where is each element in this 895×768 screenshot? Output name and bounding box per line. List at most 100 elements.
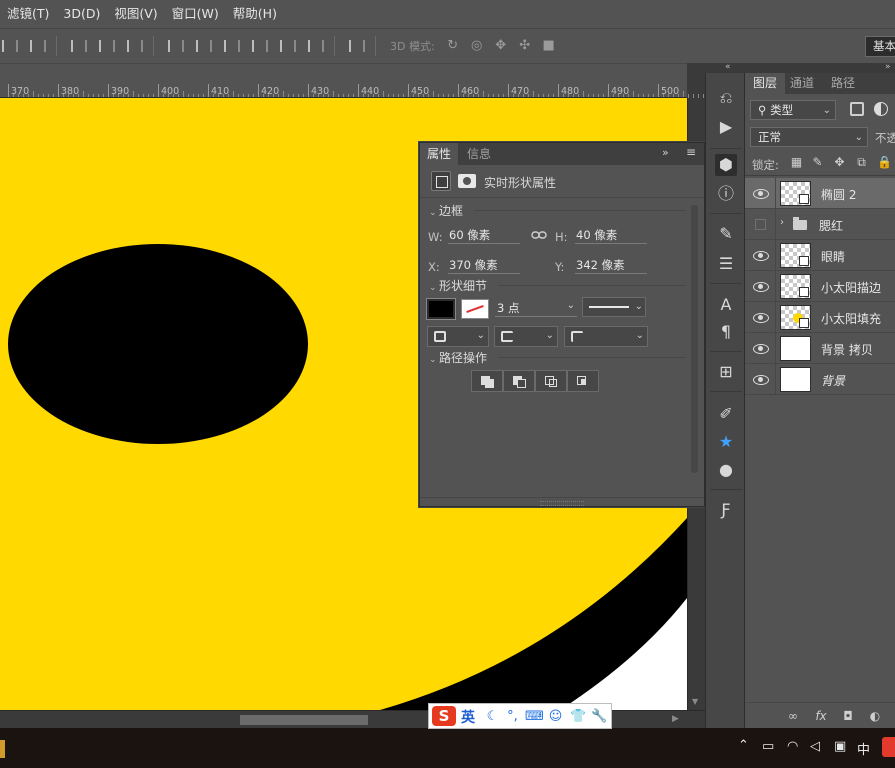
layer-row[interactable]: 小太阳描边 [745,271,895,302]
layer-name[interactable]: 眼睛 [821,248,845,265]
scroll-down-icon[interactable]: ▼ [692,697,701,706]
glyphs-icon[interactable]: ⊞ [715,361,737,383]
collapse-layers-icon[interactable]: » [885,62,891,72]
visibility-eye-icon[interactable] [753,280,769,293]
tab-paths[interactable]: 路径 [823,73,863,94]
tab-layers[interactable]: 图层 [745,73,786,94]
eye-ellipse[interactable] [8,244,308,444]
auto-align-icon[interactable] [347,39,365,53]
wrench-icon[interactable]: 🔧 [591,708,608,725]
menu-view[interactable]: 视图(V) [107,0,164,28]
align-left-icon[interactable] [69,39,87,53]
shape-properties-icon[interactable] [431,171,451,191]
message-icon[interactable]: ▣ [834,739,846,754]
fill-color-swatch[interactable] [426,298,456,320]
expand-caret-icon[interactable]: › [780,217,784,228]
moon-icon[interactable]: ☾ [484,708,501,725]
info-icon[interactable]: ⓘ [715,183,737,205]
sogou-tray-icon[interactable] [882,737,895,757]
layer-group-row[interactable]: › 腮红 [745,209,895,240]
layer-filter-dropdown[interactable]: ⚲ 类型 ⌄ [750,100,836,120]
ime-mode-toggle[interactable]: 英 [461,707,475,727]
layer-row[interactable]: 背景 拷贝 [745,333,895,364]
visibility-off-box[interactable] [755,219,766,230]
layer-name[interactable]: 椭圆 2 [821,186,856,203]
3d-rotate-icon[interactable]: ↻ [444,38,462,54]
distribute-right-icon[interactable] [306,39,324,53]
fx-icon[interactable]: fx [813,708,829,724]
layer-name[interactable]: 腮红 [819,217,843,234]
width-field[interactable]: 60 像素 [448,227,520,244]
layer-name[interactable]: 背景 [821,372,845,389]
layer-row[interactable]: 背景 [745,364,895,395]
tab-channels[interactable]: 通道 [782,73,822,94]
layer-row[interactable]: 眼睛 [745,240,895,271]
brushes-icon[interactable]: ✎ [715,223,737,245]
lock-move-icon[interactable]: ✥ [833,156,846,169]
user-account-icon[interactable]: ☺ [547,708,564,725]
collapse-caret-icon[interactable]: ⌄ [429,355,439,365]
lock-transparency-icon[interactable]: ▦ [790,156,803,169]
tab-properties[interactable]: 属性 [420,143,459,165]
skin-shirt-icon[interactable]: 👕 [570,708,587,725]
collapse-caret-icon[interactable]: ⌄ [429,283,439,293]
align-bottom-icon[interactable] [0,39,18,53]
adjustment-layer-icon[interactable]: ◐ [867,708,883,724]
add-mask-icon[interactable]: ◘ [840,708,856,724]
lock-brush-icon[interactable]: ✎ [811,156,824,169]
3d-slide-icon[interactable]: ✣ [516,38,534,54]
paragraph-icon[interactable]: ¶ [715,321,737,343]
layer-row[interactable]: 椭圆 2 [745,178,895,209]
layer-row[interactable]: 小太阳填充 [745,302,895,333]
visibility-eye-icon[interactable] [753,342,769,355]
stroke-align-dropdown[interactable]: ⌄ [427,326,489,347]
ime-language-indicator[interactable]: 中 [857,739,870,758]
3d-camera-icon[interactable]: ■ [540,38,558,54]
distribute-hcenter-icon[interactable] [278,39,296,53]
distribute-left-icon[interactable] [250,39,268,53]
align-horizontal-icon[interactable] [28,39,46,53]
user-icon[interactable]: ● [715,459,737,481]
lock-artboard-icon[interactable]: ⧉ [855,156,868,169]
distribute-vcenter-icon[interactable] [194,39,212,53]
properties-scrollbar[interactable] [691,205,698,473]
lock-all-icon[interactable]: 🔒 [877,156,892,169]
layer-name[interactable]: 小太阳填充 [821,310,881,327]
distribute-bottom-icon[interactable] [222,39,240,53]
font-icon[interactable]: Ƒ [715,499,737,521]
battery-icon[interactable]: ▭ [762,739,774,754]
mask-properties-icon[interactable] [457,171,477,191]
link-layers-icon[interactable]: ∞ [785,708,801,724]
combine-shapes-button[interactable] [471,370,503,392]
blend-mode-dropdown[interactable]: 正常 ⌄ [750,127,868,147]
menu-3d[interactable]: 3D(D) [56,0,107,28]
history-icon[interactable]: ⎌ [715,87,737,109]
height-field[interactable]: 40 像素 [575,227,647,244]
stroke-color-swatch[interactable] [461,299,489,319]
paths-icon[interactable]: ✐ [715,403,737,425]
filter-pixel-icon[interactable] [850,102,864,116]
stroke-cap-dropdown[interactable]: ⌄ [494,326,558,347]
align-center-icon[interactable] [97,39,115,53]
stroke-type-dropdown[interactable]: ⌄ [582,297,646,317]
actions-play-icon[interactable]: ▶ [715,116,737,138]
wifi-icon[interactable]: ◠ [787,739,798,754]
panel-menu-icon[interactable]: ≡ [686,145,696,159]
menu-filter[interactable]: 滤镜(T) [0,0,56,28]
tray-expand-icon[interactable]: ⌃ [738,738,749,753]
section-shape-details[interactable]: ⌄ 形状细节 [429,277,487,294]
3d-panel-icon[interactable]: ⬢ [715,154,737,176]
align-right-icon[interactable] [125,39,143,53]
character-icon[interactable]: A [715,294,737,316]
punctuation-icon[interactable]: °, [504,708,521,725]
y-position-field[interactable]: 342 像素 [575,257,647,274]
volume-icon[interactable]: ◁ [810,739,820,754]
visibility-eye-icon[interactable] [753,249,769,262]
collapse-strip-icon[interactable]: « [725,62,731,72]
collapse-panel-icon[interactable]: » [662,146,669,159]
subtract-shapes-button[interactable] [503,370,535,392]
stroke-corner-dropdown[interactable]: ⌄ [564,326,648,347]
filter-adjustment-icon[interactable] [874,102,888,116]
taskbar-app-indicator[interactable] [0,740,5,758]
3d-roll-icon[interactable]: ◎ [468,38,486,54]
